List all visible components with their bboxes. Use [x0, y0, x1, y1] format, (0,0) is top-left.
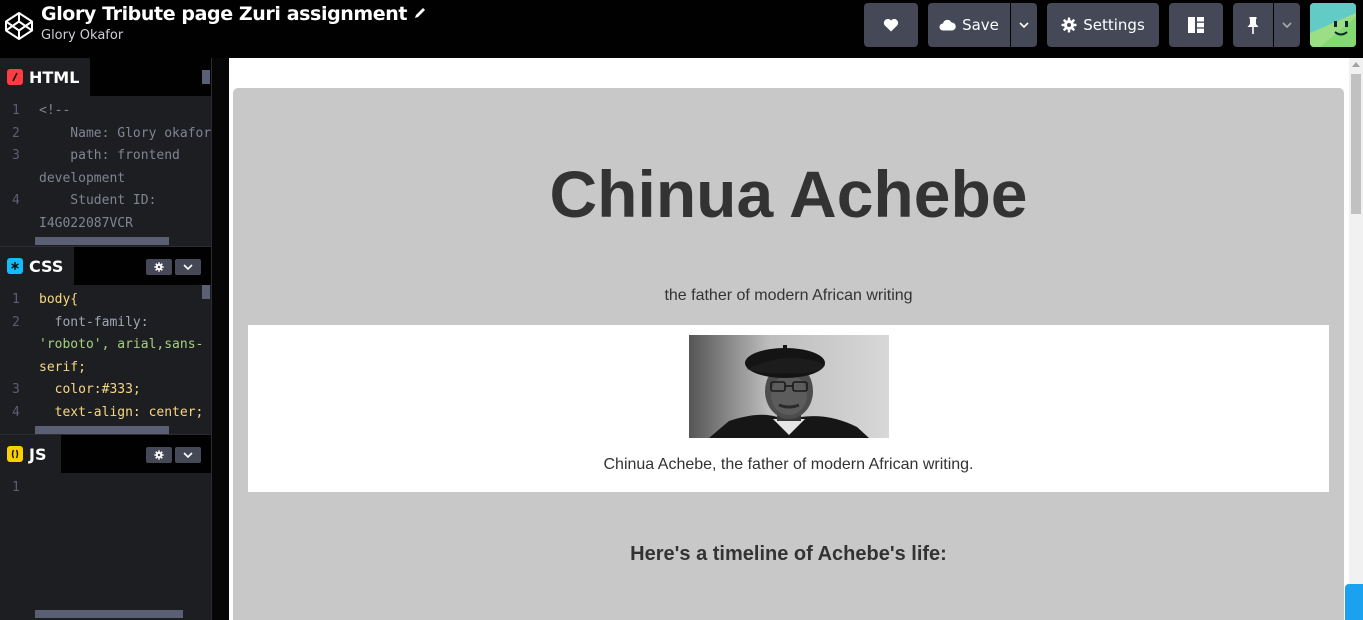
pin-options-dropdown[interactable]: [1274, 3, 1300, 47]
pin-icon: [1247, 16, 1259, 34]
editor-resize-handle[interactable]: [211, 58, 229, 620]
css-collapse-button[interactable]: [175, 259, 201, 275]
html-tab-label: HTML: [29, 67, 80, 87]
code-text: body{: [39, 292, 79, 307]
line-number: 3: [12, 148, 20, 164]
code-line: 4 text-align: center;: [0, 402, 211, 425]
save-label: Save: [962, 16, 999, 34]
line-number: 4: [12, 193, 20, 209]
chevron-down-icon: [1282, 22, 1292, 28]
assist-badge-icon[interactable]: [1345, 584, 1363, 620]
tab-html[interactable]: HTML: [0, 58, 90, 96]
settings-label: Settings: [1083, 16, 1145, 34]
tab-js[interactable]: JS: [0, 435, 61, 473]
save-options-dropdown[interactable]: [1011, 3, 1037, 47]
chevron-down-icon: [183, 264, 193, 270]
editor-column: HTML 1 <!-- 2 Name: Glory okafor 3 path: …: [0, 58, 211, 620]
avatar-face-icon: [1310, 3, 1356, 47]
js-horizontal-scrollbar[interactable]: [35, 610, 183, 618]
html-horizontal-scrollbar[interactable]: [35, 237, 169, 245]
tribute-tagline: the father of modern African writing: [664, 287, 913, 304]
html-badge-icon: [7, 69, 23, 85]
css-code-area[interactable]: 1 body{ 2 font-family: 'roboto', arial,sa…: [0, 289, 211, 427]
code-text: 'roboto', arial,sans-: [39, 337, 204, 353]
css-editor-panel: CSS 1 body{ 2 font-family: 'roboto', aria…: [0, 246, 211, 434]
code-line: 2 font-family:: [0, 312, 211, 335]
js-settings-button[interactable]: [146, 447, 172, 463]
tribute-main: Chinua Achebe the father of modern Afric…: [233, 88, 1344, 620]
code-line: 1 <!--: [0, 100, 211, 123]
code-line: development: [0, 168, 211, 191]
line-number: 1: [12, 480, 20, 495]
settings-button[interactable]: Settings: [1047, 3, 1159, 47]
tab-css[interactable]: CSS: [0, 247, 74, 285]
js-collapse-button[interactable]: [175, 447, 201, 463]
code-line: 1 body{: [0, 289, 211, 312]
code-line: 2 Name: Glory okafor: [0, 123, 211, 146]
line-number: 2: [12, 125, 20, 141]
cloud-icon: [939, 19, 956, 31]
code-text: color:#333;: [39, 382, 141, 398]
code-text: path: frontend: [39, 148, 180, 164]
code-text: Student ID:: [39, 193, 157, 209]
pen-title-text[interactable]: Glory Tribute page Zuri assignment: [41, 3, 408, 25]
code-text: <!--: [39, 103, 71, 118]
code-line: 3 path: frontend: [0, 145, 211, 168]
chevron-down-icon: [183, 452, 193, 458]
js-badge-icon: [7, 446, 23, 462]
pen-author[interactable]: Glory Okafor: [41, 28, 427, 43]
preview-scrollbar[interactable]: [1349, 58, 1363, 620]
scroll-up-arrow-icon[interactable]: [1352, 62, 1360, 67]
code-text: Name: Glory okafor: [39, 125, 211, 141]
html-code-area[interactable]: 1 <!-- 2 Name: Glory okafor 3 path: front…: [0, 100, 211, 246]
js-editor-panel: JS 1: [0, 434, 211, 620]
gear-icon: [154, 262, 164, 272]
css-horizontal-scrollbar[interactable]: [35, 426, 169, 434]
gear-icon: [1061, 17, 1077, 33]
tribute-title: Chinua Achebe: [549, 157, 1028, 231]
achebe-portrait-image: [689, 335, 889, 438]
change-view-button[interactable]: [1169, 3, 1223, 47]
codepen-logo-icon[interactable]: [4, 11, 34, 41]
code-line: 'roboto', arial,sans-: [0, 334, 211, 357]
timeline-heading: Here's a timeline of Achebe's life:: [630, 543, 947, 565]
line-number: 2: [12, 314, 20, 330]
line-number: 3: [12, 382, 20, 398]
preview-frame: Chinua Achebe the father of modern Afric…: [229, 58, 1349, 620]
js-tab-label: JS: [29, 444, 47, 464]
code-line: serif;: [0, 357, 211, 380]
edit-pencil-icon[interactable]: [413, 3, 427, 18]
js-code-area[interactable]: 1: [0, 477, 211, 597]
image-caption: Chinua Achebe, the father of modern Afri…: [603, 456, 974, 473]
top-bar: Glory Tribute page Zuri assignment Glory…: [0, 0, 1363, 56]
pin-button[interactable]: [1233, 3, 1273, 47]
pen-title[interactable]: Glory Tribute page Zuri assignment: [41, 3, 427, 25]
code-line: 3 color:#333;: [0, 379, 211, 402]
code-line: 4 Student ID:: [0, 190, 211, 213]
layout-icon: [1188, 17, 1204, 33]
heart-icon: [883, 18, 899, 32]
pen-title-block: Glory Tribute page Zuri assignment Glory…: [41, 3, 427, 43]
code-text: font-family:: [39, 314, 149, 330]
line-number: 4: [12, 404, 20, 420]
love-button[interactable]: [864, 3, 918, 47]
code-line: I4G022087VCR: [0, 213, 211, 236]
html-editor-panel: HTML 1 <!-- 2 Name: Glory okafor 3 path: …: [0, 58, 211, 246]
code-text: text-align: center;: [39, 404, 204, 420]
line-number: 1: [12, 292, 20, 307]
css-tab-label: CSS: [29, 256, 64, 276]
image-container: Chinua Achebe, the father of modern Afri…: [248, 325, 1329, 492]
code-text: development: [39, 170, 126, 186]
user-avatar[interactable]: [1310, 3, 1356, 47]
chevron-down-icon: [1019, 22, 1029, 28]
css-badge-icon: [7, 258, 23, 274]
code-text: I4G022087VCR: [39, 215, 133, 231]
preview-scroll-thumb[interactable]: [1351, 74, 1361, 214]
html-scroll-marker[interactable]: [202, 70, 210, 84]
css-settings-button[interactable]: [146, 259, 172, 275]
code-text: serif;: [39, 359, 86, 375]
gear-icon: [154, 450, 164, 460]
save-button[interactable]: Save: [928, 3, 1010, 47]
line-number: 1: [12, 103, 20, 118]
